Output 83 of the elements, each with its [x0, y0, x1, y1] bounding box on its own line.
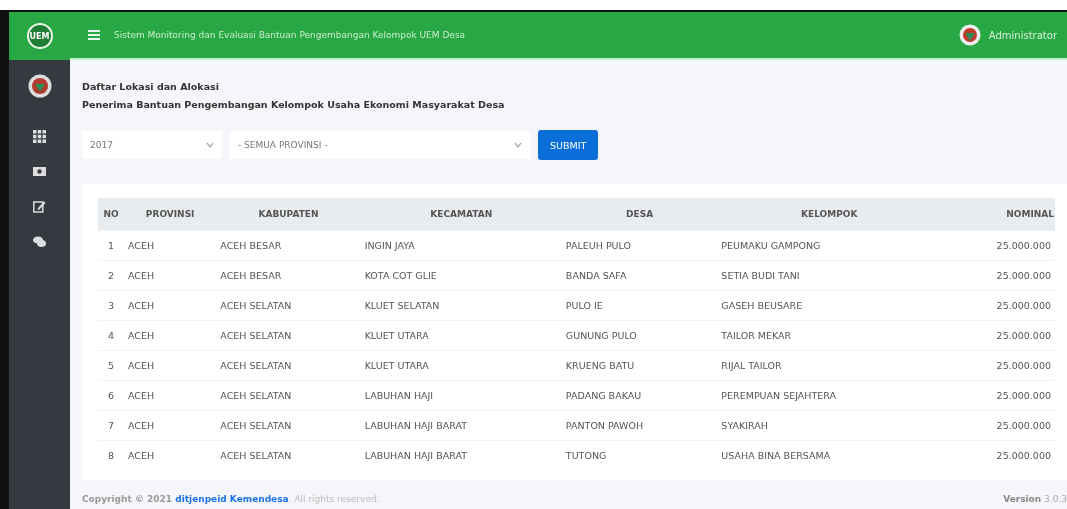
- footer-link[interactable]: ditjenpeid Kemendesa: [175, 494, 289, 504]
- table-cell: KOTA COT GLIE: [360, 260, 562, 291]
- copyright-text: Copyright © 2021 ditjenpeid Kemendesa. All rights reserved.: [82, 494, 380, 504]
- page-title: Penerima Bantuan Pengembangan Kelompok Usaha Ekonomi Masyarakat Desa: [82, 98, 506, 112]
- table-cell: 1: [98, 230, 124, 261]
- table-cell: USAHA BINA BERSAMA: [717, 440, 942, 470]
- table-cell: 25.000.000: [941, 380, 1055, 411]
- table-cell: ACEH: [124, 440, 217, 470]
- table-cell: ACEH SELATAN: [216, 350, 361, 381]
- menu-icon[interactable]: [88, 30, 100, 40]
- table-cell: 3: [98, 290, 124, 321]
- table-cell: TUTONG: [561, 440, 718, 470]
- emblem-icon: [27, 74, 52, 98]
- version-label: Version: [1003, 494, 1042, 504]
- table-cell: ACEH SELATAN: [216, 290, 361, 321]
- table-cell: LABUHAN HAJI: [360, 380, 562, 411]
- table-cell: ACEH: [124, 350, 217, 381]
- table-cell: 25.000.000: [941, 260, 1055, 291]
- table-cell: KLUET SELATAN: [360, 290, 562, 321]
- table-cell: ACEH: [124, 320, 217, 351]
- table-cell: ACEH BESAR: [216, 260, 361, 291]
- edit-icon[interactable]: [33, 200, 46, 213]
- table-cell: GASEH BEUSARE: [717, 290, 942, 321]
- table-cell: 2: [98, 260, 124, 291]
- table-cell: 8: [98, 440, 124, 470]
- table-cell: ACEH BESAR: [216, 230, 361, 261]
- year-select[interactable]: 2017: [82, 131, 222, 159]
- table-cell: PULO IE: [561, 290, 718, 321]
- column-header[interactable]: KELOMPOK: [717, 198, 942, 231]
- table-cell: LABUHAN HAJI BARAT: [360, 440, 562, 470]
- table-cell: 7: [98, 410, 124, 441]
- table-cell: 4: [98, 320, 124, 351]
- column-header[interactable]: NO: [98, 198, 124, 231]
- money-icon[interactable]: [33, 165, 46, 178]
- table-cell: LABUHAN HAJI BARAT: [360, 410, 562, 441]
- table-cell: BANDA SAFA: [561, 260, 718, 291]
- table-cell: ACEH SELATAN: [216, 410, 361, 441]
- column-header[interactable]: NOMINAL: [941, 198, 1055, 231]
- table-cell: ACEH: [124, 410, 217, 441]
- table-cell: KLUET UTARA: [360, 350, 562, 381]
- column-header[interactable]: PROVINSI: [124, 198, 217, 231]
- table-cell: 25.000.000: [941, 410, 1055, 441]
- table-cell: ACEH: [124, 290, 217, 321]
- table-cell: KRUENG BATU: [561, 350, 718, 381]
- table-cell: 25.000.000: [941, 230, 1055, 261]
- table-cell: ACEH SELATAN: [216, 320, 361, 351]
- table-cell: 25.000.000: [941, 350, 1055, 381]
- table-cell: ACEH: [124, 380, 217, 411]
- chat-icon[interactable]: [33, 235, 46, 248]
- table-cell: RIJAL TAILOR: [717, 350, 942, 381]
- caret-icon: [206, 142, 214, 148]
- table-cell: 25.000.000: [941, 440, 1055, 470]
- table-cell: TAILOR MEKAR: [717, 320, 942, 351]
- version-number: 3.0.3: [1044, 494, 1067, 504]
- table-cell: PADANG BAKAU: [561, 380, 718, 411]
- app-title: Sistem Monitoring dan Evaluasi Bantuan Pengembangan Kelompok UEM Desa: [114, 30, 467, 40]
- table-cell: PALEUH PULO: [561, 230, 718, 261]
- column-header[interactable]: KECAMATAN: [360, 198, 562, 231]
- table-cell: 5: [98, 350, 124, 381]
- column-header[interactable]: DESA: [561, 198, 718, 231]
- table-cell: INGIN JAYA: [360, 230, 562, 261]
- table-cell: 6: [98, 380, 124, 411]
- table-cell: ACEH SELATAN: [216, 380, 361, 411]
- table-cell: KLUET UTARA: [360, 320, 562, 351]
- page-title: Daftar Lokasi dan Alokasi: [82, 80, 220, 94]
- table-cell: 25.000.000: [941, 320, 1055, 351]
- table-cell: ACEH: [124, 260, 217, 291]
- table-cell: SETIA BUDI TANI: [717, 260, 942, 291]
- table-cell: GUNUNG PULO: [561, 320, 718, 351]
- submit-button[interactable]: SUBMIT: [538, 130, 599, 160]
- table-cell: PEREMPUAN SEJAHTERA: [717, 380, 942, 411]
- table-cell: SYAKIRAH: [717, 410, 942, 441]
- emblem-icon[interactable]: [958, 24, 981, 46]
- table-cell: ACEH SELATAN: [216, 440, 361, 470]
- caret-icon: [514, 142, 522, 148]
- table-cell: ACEH: [124, 230, 217, 261]
- table-cell: 25.000.000: [941, 290, 1055, 321]
- table-cell: PANTON PAWOH: [561, 410, 718, 441]
- grid-icon[interactable]: [33, 130, 46, 143]
- column-header[interactable]: KABUPATEN: [216, 198, 361, 231]
- table-cell: PEUMAKU GAMPONG: [717, 230, 942, 261]
- logo: UEM: [26, 23, 53, 49]
- province-select[interactable]: - SEMUA PROVINSI -: [230, 131, 530, 159]
